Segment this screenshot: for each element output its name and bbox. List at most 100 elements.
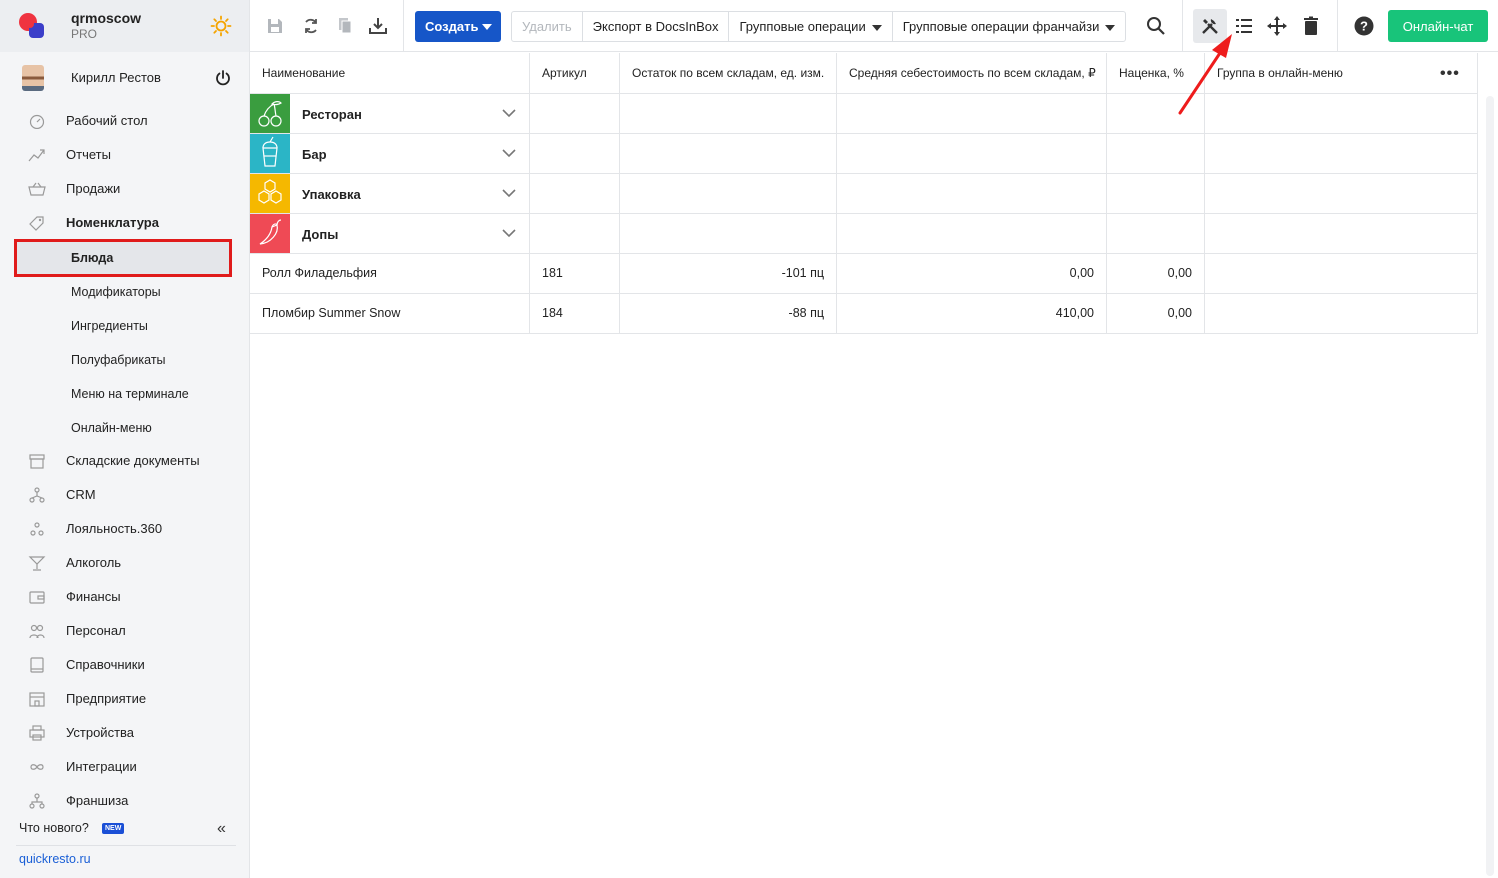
sidebar-item-label: Устройства	[66, 725, 135, 740]
people-icon	[29, 624, 45, 639]
list-icon[interactable]	[1234, 16, 1254, 36]
toolbar-divider	[1182, 0, 1183, 52]
category-name: Бар	[302, 147, 327, 162]
cell-cost	[837, 174, 1107, 213]
move-arrows-icon[interactable]	[1267, 16, 1287, 36]
avatar[interactable]	[22, 65, 44, 91]
table-row[interactable]: Ролл Филадельфия 181 -101 пц 0,00 0,00	[250, 254, 1478, 294]
column-header-label: Наименование	[262, 66, 346, 80]
copy-icon[interactable]	[335, 16, 355, 36]
export-docsinbox-button[interactable]: Экспорт в DocsInBox	[583, 12, 730, 41]
column-header-online-group[interactable]: Группа в онлайн-меню	[1205, 53, 1478, 93]
search-icon[interactable]	[1146, 16, 1166, 36]
category-row[interactable]: Ресторан	[250, 94, 1478, 134]
sun-icon[interactable]	[210, 15, 232, 37]
vertical-scrollbar[interactable]	[1486, 96, 1494, 876]
sidebar-subitem-semi-finished[interactable]: Полуфабрикаты	[0, 343, 249, 377]
plan-label: PRO	[71, 27, 98, 41]
column-header-markup[interactable]: Наценка, %	[1107, 53, 1205, 93]
chevron-down-icon[interactable]	[502, 148, 516, 158]
storefront-icon	[29, 692, 45, 707]
item-markup: 0,00	[1167, 306, 1192, 320]
cell-cost: 410,00	[837, 294, 1107, 333]
sidebar-item-crm[interactable]: CRM	[0, 478, 249, 512]
refresh-icon[interactable]	[301, 16, 321, 36]
sidebar-item-label: Полуфабрикаты	[71, 353, 166, 367]
sidebar-subitem-terminal-menu[interactable]: Меню на терминале	[0, 377, 249, 411]
whats-new-link[interactable]: Что нового?	[19, 821, 89, 835]
sidebar-item-enterprise[interactable]: Предприятие	[0, 682, 249, 716]
delete-button[interactable]: Удалить	[512, 12, 583, 41]
column-header-cost[interactable]: Средняя себестоимость по всем складам, ₽	[837, 53, 1107, 93]
app-logo-icon[interactable]	[18, 12, 46, 40]
cell-markup	[1107, 214, 1205, 253]
sidebar-subitem-dishes[interactable]: Блюда	[16, 241, 230, 275]
column-header-name[interactable]: Наименование	[250, 53, 530, 93]
table-row[interactable]: Пломбир Summer Snow 184 -88 пц 410,00 0,…	[250, 294, 1478, 334]
org-name: qrmoscow	[71, 10, 142, 26]
power-icon[interactable]	[214, 69, 232, 87]
chevron-down-icon[interactable]	[502, 108, 516, 118]
cell-online-group	[1205, 94, 1478, 133]
franchise-group-operations-dropdown[interactable]: Групповые операции франчайзи	[893, 12, 1126, 41]
item-cost: 410,00	[1055, 306, 1094, 320]
cell-cost: 0,00	[837, 254, 1107, 293]
cell-cost	[837, 94, 1107, 133]
sidebar-item-warehouse[interactable]: Складские документы	[0, 444, 249, 478]
toolbar-divider	[403, 0, 404, 52]
help-icon[interactable]: ?	[1354, 16, 1374, 36]
column-header-stock[interactable]: Остаток по всем складам, ед. изм.	[620, 53, 837, 93]
download-icon[interactable]	[368, 16, 388, 36]
sidebar-item-finance[interactable]: Финансы	[0, 580, 249, 614]
sidebar-subitem-online-menu[interactable]: Онлайн-меню	[0, 411, 249, 445]
sidebar-subitem-modifiers[interactable]: Модификаторы	[0, 275, 249, 309]
sidebar-item-alcohol[interactable]: Алкоголь	[0, 546, 249, 580]
group-operations-dropdown[interactable]: Групповые операции	[729, 12, 893, 41]
site-link[interactable]: quickresto.ru	[19, 852, 91, 866]
sidebar-subitem-ingredients[interactable]: Ингредиенты	[0, 309, 249, 343]
chevron-down-icon[interactable]	[502, 228, 516, 238]
save-icon[interactable]	[265, 16, 285, 36]
tools-icon[interactable]	[1200, 16, 1220, 36]
item-name: Пломбир Summer Snow	[262, 306, 401, 320]
trash-icon[interactable]	[1301, 16, 1321, 36]
online-chat-button[interactable]: Онлайн-чат	[1388, 10, 1488, 42]
sidebar-item-reports[interactable]: Отчеты	[0, 138, 249, 172]
cell-article: 184	[530, 294, 620, 333]
cell-online-group	[1205, 174, 1478, 213]
wallet-icon	[29, 591, 45, 604]
sidebar-item-franchise[interactable]: Франшиза	[0, 784, 249, 818]
category-row[interactable]: Упаковка	[250, 174, 1478, 214]
sidebar-item-staff[interactable]: Персонал	[0, 614, 249, 648]
column-header-article[interactable]: Артикул	[530, 53, 620, 93]
sidebar-item-devices[interactable]: Устройства	[0, 716, 249, 750]
sidebar-item-label: Рабочий стол	[66, 113, 148, 128]
sidebar-item-label: Отчеты	[66, 147, 111, 162]
sidebar-item-label: Лояльность.360	[66, 521, 163, 536]
infinity-icon	[30, 764, 44, 770]
category-row[interactable]: Бар	[250, 134, 1478, 174]
category-row[interactable]: Допы	[250, 214, 1478, 254]
sidebar-item-dashboard[interactable]: Рабочий стол	[0, 104, 249, 138]
sidebar-item-integrations[interactable]: Интеграции	[0, 750, 249, 784]
sidebar-item-sales[interactable]: Продажи	[0, 172, 249, 206]
sidebar-item-nomenclature[interactable]: Номенклатура	[0, 206, 249, 240]
printer-icon	[29, 725, 45, 741]
collapse-sidebar-icon[interactable]: «	[217, 820, 226, 838]
user-name: Кирилл Рестов	[71, 70, 161, 85]
cell-stock: -88 пц	[620, 294, 837, 333]
create-button-label: Создать	[425, 19, 479, 34]
column-header-label: Артикул	[542, 66, 587, 80]
cell-name: Допы	[250, 214, 530, 253]
toolbar-divider	[1337, 0, 1338, 52]
more-options-icon[interactable]: •••	[1440, 65, 1460, 83]
org-tree-icon	[29, 487, 45, 503]
sidebar-item-loyalty[interactable]: Лояльность.360	[0, 512, 249, 546]
sidebar-item-references[interactable]: Справочники	[0, 648, 249, 682]
chevron-down-icon[interactable]	[502, 188, 516, 198]
cherries-icon	[250, 94, 290, 133]
cell-stock: -101 пц	[620, 254, 837, 293]
create-button[interactable]: Создать	[415, 11, 501, 42]
user-profile[interactable]: Кирилл Рестов	[0, 58, 249, 98]
caret-down-icon	[482, 24, 492, 30]
